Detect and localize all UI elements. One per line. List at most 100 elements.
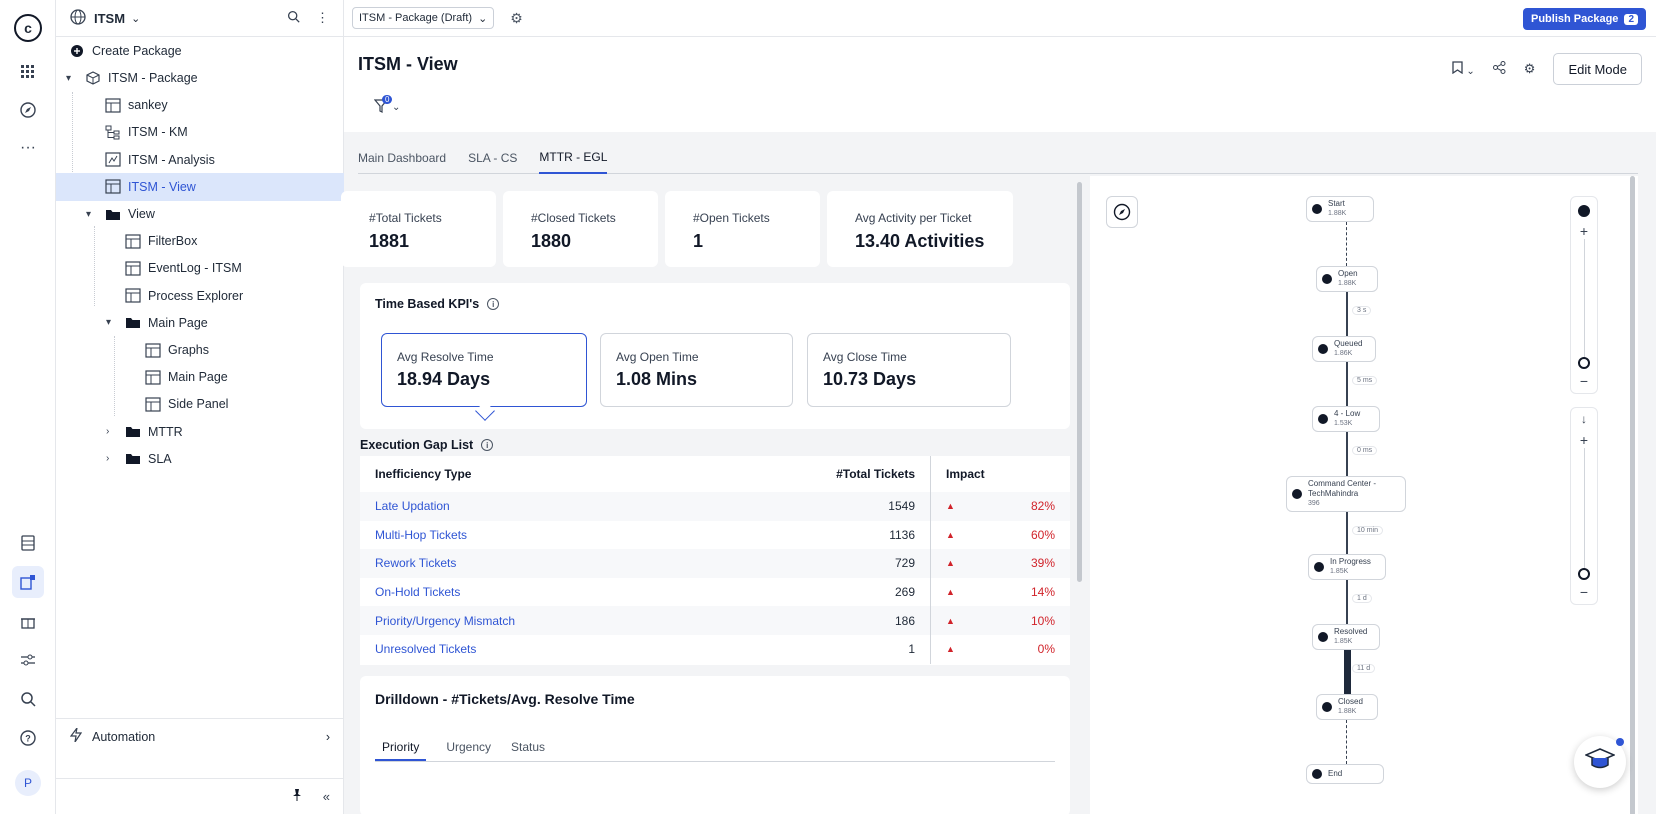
process-node-open[interactable]: Open 1.88K xyxy=(1316,266,1378,292)
automation-link[interactable]: Automation › xyxy=(56,718,344,754)
celonis-logo-icon[interactable]: c xyxy=(14,14,42,42)
drilldown-tab-urgency[interactable]: Urgency xyxy=(446,740,491,761)
sidebar-item-view[interactable]: ▾ View xyxy=(56,200,344,228)
bookmark-icon[interactable]: ⌄ xyxy=(1452,61,1475,77)
edit-icon[interactable] xyxy=(12,566,44,598)
process-edge[interactable] xyxy=(1346,432,1348,476)
filter-button[interactable]: 0 ⌄ xyxy=(373,95,400,116)
info-icon[interactable]: i xyxy=(481,439,494,451)
process-node-resolved[interactable]: Resolved 1.85K xyxy=(1312,624,1380,650)
edit-mode-button[interactable]: Edit Mode xyxy=(1553,53,1642,85)
sidebar-item-itsm-package[interactable]: ▾ ITSM - Package xyxy=(56,64,344,92)
slider-track[interactable] xyxy=(1583,239,1585,357)
sliders-icon[interactable] xyxy=(12,644,44,676)
info-icon[interactable]: i xyxy=(487,298,500,310)
process-edge[interactable] xyxy=(1346,580,1348,624)
more-vertical-icon[interactable]: ⋮ xyxy=(316,10,329,26)
chevron-down-icon[interactable]: ▾ xyxy=(86,209,98,220)
sidebar-item-side-panel[interactable]: Side Panel xyxy=(56,390,344,418)
academy-help-button[interactable] xyxy=(1574,736,1626,788)
process-edge[interactable] xyxy=(1344,650,1351,694)
chevron-down-icon[interactable]: ⌄ xyxy=(131,12,140,25)
chevron-right-icon[interactable]: › xyxy=(106,426,118,437)
sidebar-item-eventlog-itsm[interactable]: EventLog - ITSM xyxy=(56,254,344,282)
column-total-tickets[interactable]: #Total Tickets xyxy=(830,467,930,481)
settings-gear-icon[interactable]: ⚙ xyxy=(510,10,523,27)
inefficiency-link[interactable]: Late Updation xyxy=(360,499,830,513)
gear-icon[interactable]: ⚙ xyxy=(1524,61,1536,77)
process-edge[interactable] xyxy=(1346,362,1348,406)
workspace-name[interactable]: ITSM xyxy=(94,11,125,26)
column-inefficiency-type[interactable]: Inefficiency Type xyxy=(360,467,830,481)
process-node-closed[interactable]: Closed 1.88K xyxy=(1316,694,1378,720)
tab-sla-cs[interactable]: SLA - CS xyxy=(468,142,517,174)
workspace-header[interactable]: ITSM ⌄ ⋮ xyxy=(56,0,343,37)
gift-icon[interactable] xyxy=(12,605,44,637)
plus-icon[interactable]: + xyxy=(1580,223,1588,239)
table-row[interactable]: Late Updation 1549 ▲ 82% xyxy=(360,492,1070,521)
time-kpi-card[interactable]: Avg Open Time 1.08 Mins xyxy=(600,333,793,407)
pin-icon[interactable] xyxy=(291,789,303,804)
arrow-down-icon[interactable]: ↓ xyxy=(1581,412,1587,426)
sidebar-item-main-page[interactable]: ▾ Main Page xyxy=(56,309,344,337)
search-icon[interactable] xyxy=(287,10,300,26)
process-node-in-progress[interactable]: In Progress 1.85K xyxy=(1308,554,1386,580)
apps-grid-icon[interactable] xyxy=(12,56,44,88)
slider-track[interactable] xyxy=(1583,448,1585,568)
slider-bottom-knob[interactable] xyxy=(1578,568,1590,580)
compass-icon[interactable] xyxy=(12,94,44,126)
table-row[interactable]: Unresolved Tickets 1 ▲ 0% xyxy=(360,634,1070,664)
inefficiency-link[interactable]: Unresolved Tickets xyxy=(360,642,830,656)
user-avatar[interactable]: P xyxy=(15,770,41,796)
create-package-button[interactable]: Create Package xyxy=(56,37,344,65)
minus-icon[interactable]: − xyxy=(1580,373,1588,389)
time-kpi-card[interactable]: Avg Close Time 10.73 Days xyxy=(807,333,1011,407)
help-icon[interactable]: ? xyxy=(12,722,44,754)
process-node-end[interactable]: End xyxy=(1306,764,1384,784)
process-edge[interactable] xyxy=(1346,720,1347,764)
sidebar-item-filterbox[interactable]: FilterBox xyxy=(56,227,344,255)
chevron-down-icon[interactable]: ▾ xyxy=(66,73,78,84)
inefficiency-link[interactable]: Priority/Urgency Mismatch xyxy=(360,614,830,628)
sidebar-item-graphs[interactable]: Graphs xyxy=(56,336,344,364)
sidebar-item-itsm-analysis[interactable]: ITSM - Analysis xyxy=(56,146,344,174)
table-row[interactable]: Rework Tickets 729 ▲ 39% xyxy=(360,549,1070,578)
compass-icon[interactable] xyxy=(1106,196,1138,228)
table-row[interactable]: Multi-Hop Tickets 1136 ▲ 60% xyxy=(360,520,1070,550)
sidebar-item-process-explorer[interactable]: Process Explorer xyxy=(56,282,344,310)
column-impact[interactable]: Impact xyxy=(930,456,1060,492)
minus-icon[interactable]: − xyxy=(1580,584,1588,600)
drilldown-tab-priority[interactable]: Priority xyxy=(375,740,427,761)
chevron-down-icon[interactable]: ▾ xyxy=(106,317,118,328)
process-edge[interactable] xyxy=(1346,222,1347,266)
map-scrollbar[interactable] xyxy=(1630,176,1635,814)
sidebar-item-main-page[interactable]: Main Page xyxy=(56,363,344,391)
sidebar-item-itsm-km[interactable]: ITSM - KM xyxy=(56,118,344,146)
publish-package-button[interactable]: Publish Package 2 xyxy=(1523,8,1646,30)
process-edge[interactable] xyxy=(1346,512,1348,554)
activity-slider[interactable]: + − xyxy=(1570,196,1598,394)
search-icon[interactable] xyxy=(12,683,44,715)
process-node-4-low[interactable]: 4 - Low 1.53K xyxy=(1312,406,1380,432)
share-icon[interactable] xyxy=(1492,61,1506,77)
process-node-start[interactable]: Start 1.88K xyxy=(1306,196,1374,222)
process-edge[interactable] xyxy=(1346,292,1348,336)
drilldown-tab-status[interactable]: Status xyxy=(511,740,545,761)
inefficiency-link[interactable]: On-Hold Tickets xyxy=(360,585,830,599)
sidebar-item-sla[interactable]: › SLA xyxy=(56,445,344,473)
process-node-command-center-techmahindra[interactable]: Command Center - TechMahindra 396 xyxy=(1286,476,1406,512)
table-icon[interactable] xyxy=(12,527,44,559)
table-row[interactable]: Priority/Urgency Mismatch 186 ▲ 10% xyxy=(360,606,1070,635)
table-row[interactable]: On-Hold Tickets 269 ▲ 14% xyxy=(360,577,1070,607)
content-scrollbar[interactable] xyxy=(1077,182,1082,582)
chevron-right-icon[interactable]: › xyxy=(106,453,118,464)
tab-main-dashboard[interactable]: Main Dashboard xyxy=(358,142,446,174)
more-horizontal-icon[interactable]: ··· xyxy=(12,132,44,164)
tab-mttr-egl[interactable]: MTTR - EGL xyxy=(539,142,608,174)
sidebar-item-itsm-view[interactable]: ITSM - View xyxy=(56,172,344,201)
inefficiency-link[interactable]: Multi-Hop Tickets xyxy=(360,528,830,542)
collapse-sidebar-icon[interactable]: « xyxy=(323,789,330,804)
inefficiency-link[interactable]: Rework Tickets xyxy=(360,556,830,570)
sidebar-item-sankey[interactable]: sankey xyxy=(56,91,344,119)
package-select[interactable]: ITSM - Package (Draft) ⌄ xyxy=(352,7,495,29)
